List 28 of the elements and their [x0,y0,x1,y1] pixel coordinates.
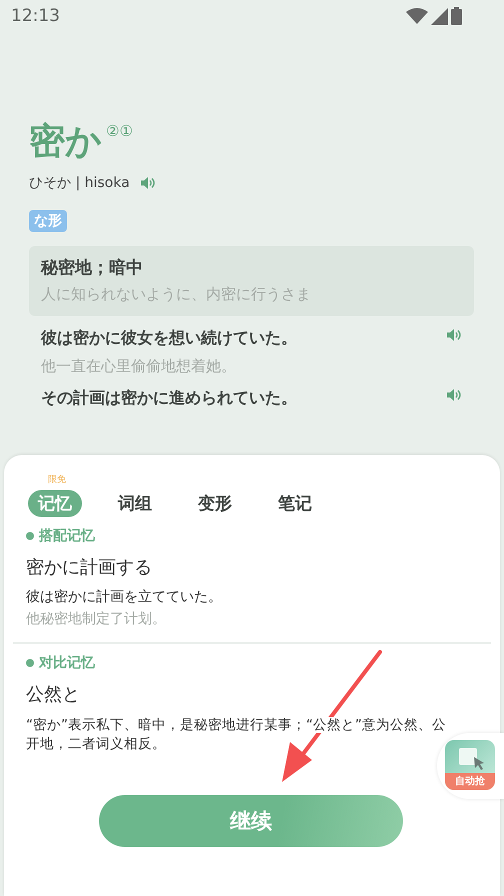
tab[interactable]: 变形 [188,490,242,517]
example-sentence: 彼は密かに計画を立てていた。 [26,588,223,606]
example-translation: 他一直在心里偷偷地想着她。 [41,357,237,376]
phrase: 密かに計画する [26,556,153,579]
signal-icon [431,8,448,24]
part-of-speech-tag: な形 [29,210,67,232]
status-time: 12:13 [11,6,60,26]
accent-marks: ②① [106,122,133,140]
wifi-icon [406,8,428,24]
headword: 密か [29,120,102,164]
example-sentence: 彼は密かに彼女を想い続けていた。 [41,328,297,349]
tab[interactable]: 词组 [108,490,162,517]
bullet-icon [26,532,34,540]
battery-icon [451,7,462,25]
section-title: 搭配记忆 [39,527,95,545]
definition-text: 人に知られないように、内密に行うさま [41,285,312,304]
speaker-icon[interactable] [446,388,462,402]
speaker-icon[interactable] [140,176,156,190]
section-title: 对比记忆 [39,654,95,672]
example-translation: 他秘密地制定了计划。 [26,610,167,628]
phrase: 公然と [26,683,81,706]
meaning: 秘密地；暗中 [41,257,144,279]
tab[interactable]: 笔记 [268,490,322,517]
speaker-icon[interactable] [446,328,462,342]
free-label: 限免 [48,474,66,486]
bullet-icon [26,659,34,667]
reading: ひそか | hisoka [29,174,130,192]
example-sentence: その計画は密かに進められていた。 [41,388,297,409]
